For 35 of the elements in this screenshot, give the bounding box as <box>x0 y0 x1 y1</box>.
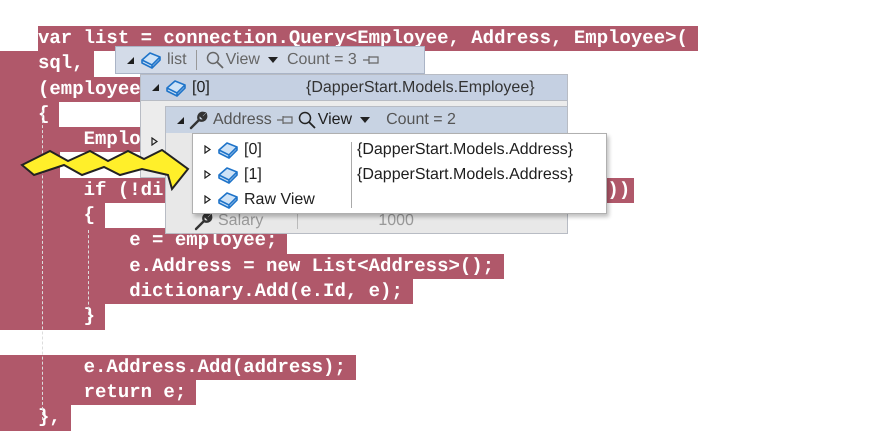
wrench-icon <box>194 211 214 231</box>
pin-icon[interactable] <box>276 114 294 126</box>
property-value: 1000 <box>378 212 414 230</box>
item-value: {DapperStart.Models.Address} <box>357 166 574 184</box>
collapse-icon[interactable] <box>176 116 185 124</box>
count-text: Count = 2 <box>386 111 456 129</box>
pin-icon[interactable] <box>362 54 380 66</box>
search-icon[interactable] <box>298 111 316 129</box>
property-name: Salary <box>218 212 264 230</box>
property-name: Address <box>213 111 272 129</box>
code-text: )) <box>607 178 634 204</box>
count-text: Count = 3 <box>286 51 357 69</box>
caret-icon[interactable] <box>268 57 278 63</box>
expand-icon[interactable] <box>150 137 159 146</box>
object-icon <box>140 51 162 69</box>
expand-icon[interactable] <box>203 145 212 154</box>
item-value: {DapperStart.Models.Address} <box>357 140 574 158</box>
item-name: [0] <box>244 140 262 158</box>
item-name: [0] <box>192 78 210 96</box>
object-icon <box>217 166 239 184</box>
object-icon <box>217 140 239 158</box>
item-name: Raw View <box>244 190 315 208</box>
caret-icon[interactable] <box>360 117 370 123</box>
view-button[interactable]: View <box>298 111 374 129</box>
expand-icon[interactable] <box>203 195 212 204</box>
variable-name: list <box>167 51 187 69</box>
collapse-icon[interactable] <box>126 56 135 64</box>
collapse-icon[interactable] <box>151 83 160 92</box>
object-icon <box>165 78 187 96</box>
object-icon <box>217 190 239 208</box>
wrench-icon <box>189 110 209 130</box>
item-name: [1] <box>244 166 262 184</box>
expand-icon[interactable] <box>203 170 212 179</box>
item-value: {DapperStart.Models.Employee} <box>306 79 535 97</box>
view-button[interactable]: View <box>206 51 282 69</box>
